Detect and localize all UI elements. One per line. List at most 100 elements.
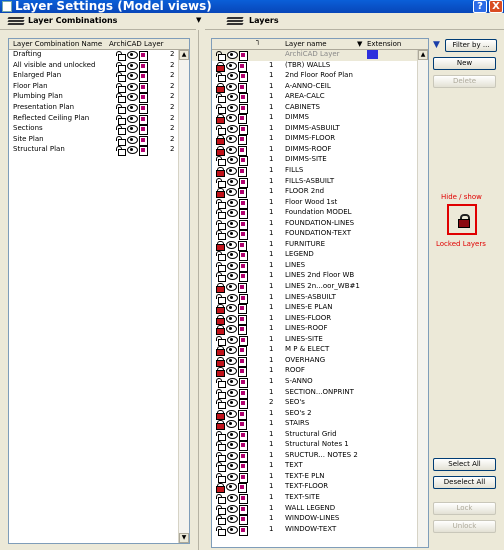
layer-row[interactable]: 1 LEGEND — [212, 250, 428, 262]
delete-button[interactable]: Delete — [433, 75, 496, 88]
col-combination-name[interactable]: Layer Combination Name — [13, 40, 102, 48]
layer-row[interactable]: 1 LINES 2nd Floor WB — [212, 271, 428, 283]
eye-icon[interactable] — [227, 525, 238, 534]
layer-row[interactable]: 1 Structural Grid — [212, 430, 428, 441]
padlock-icon[interactable] — [216, 388, 226, 399]
eye-icon[interactable] — [127, 114, 138, 123]
eye-icon[interactable] — [127, 146, 138, 155]
padlock-icon[interactable] — [116, 93, 126, 104]
layer-row[interactable]: 1 FLOOR 2nd — [212, 187, 428, 199]
layers-list[interactable]: ┐ Layer name ▼ Extension ArchiCAD Layer 1… — [211, 37, 429, 548]
layer-row[interactable]: 1 WINDOW-LINES — [212, 514, 428, 526]
col-archicad-layer[interactable]: ArchiCAD Layer — [109, 40, 164, 48]
layer-row[interactable]: 1 TEXT-SITE — [212, 493, 428, 504]
eye-icon[interactable] — [227, 72, 238, 81]
padlock-icon[interactable] — [216, 462, 226, 473]
layer-row[interactable]: 1 LINES-ASBUILT — [212, 293, 428, 304]
padlock-icon[interactable] — [216, 177, 226, 188]
layer-row[interactable]: 1 CABINETS — [212, 103, 428, 114]
eye-icon[interactable] — [227, 430, 238, 439]
layer-row[interactable]: ArchiCAD Layer — [212, 50, 428, 61]
layer-row[interactable]: 1 M P & ELECT — [212, 345, 428, 357]
layer-row[interactable]: 1 Foundation MODEL — [212, 208, 428, 220]
layer-row[interactable]: 1 2nd Floor Roof Plan — [212, 71, 428, 83]
eye-icon[interactable] — [227, 230, 238, 239]
eye-icon[interactable] — [127, 51, 138, 59]
eye-icon[interactable] — [127, 125, 138, 134]
eye-icon[interactable] — [226, 188, 237, 197]
eye-icon[interactable] — [227, 399, 238, 408]
layer-row[interactable]: 1 WALL LEGEND — [212, 504, 428, 515]
padlock-icon[interactable] — [216, 135, 225, 146]
eye-icon[interactable] — [227, 515, 238, 524]
padlock-icon[interactable] — [116, 82, 126, 93]
eye-icon[interactable] — [227, 335, 238, 344]
eye-icon[interactable] — [226, 145, 237, 154]
padlock-icon[interactable] — [216, 525, 226, 536]
padlock-icon[interactable] — [216, 51, 226, 61]
eye-icon[interactable] — [226, 135, 237, 144]
padlock-icon[interactable] — [216, 61, 225, 72]
layer-row[interactable]: 1 DIMMS-SITE — [212, 155, 428, 167]
eye-icon[interactable] — [227, 493, 238, 502]
eye-icon[interactable] — [226, 61, 237, 70]
padlock-icon[interactable] — [216, 272, 226, 283]
new-button[interactable]: New — [433, 57, 496, 70]
layer-row[interactable]: 1 TEXT-FLOOR — [212, 482, 428, 494]
eye-icon[interactable] — [227, 177, 238, 186]
padlock-icon[interactable] — [216, 356, 225, 367]
combination-row[interactable]: Sections 2 — [9, 124, 189, 136]
layer-row[interactable]: 1 Structural Notes 1 — [212, 440, 428, 452]
eye-icon[interactable] — [227, 504, 238, 513]
eye-icon[interactable] — [127, 93, 138, 102]
eye-icon[interactable] — [227, 51, 238, 59]
combination-row[interactable]: Reflected Ceiling Plan 2 — [9, 114, 189, 125]
padlock-icon[interactable] — [216, 293, 226, 304]
combinations-scrollbar[interactable]: ▲ ▼ — [178, 50, 189, 543]
collapse-arrow-icon[interactable]: ▼ — [196, 16, 201, 24]
combination-row[interactable]: Presentation Plan 2 — [9, 103, 189, 114]
padlock-icon[interactable] — [216, 483, 225, 494]
eye-icon[interactable] — [127, 135, 138, 144]
layer-row[interactable]: 1 FILLS — [212, 166, 428, 178]
padlock-icon[interactable] — [216, 367, 225, 378]
padlock-icon[interactable] — [216, 93, 226, 104]
lock-button[interactable]: Lock — [433, 502, 496, 515]
padlock-icon[interactable] — [216, 441, 226, 452]
padlock-icon[interactable] — [216, 493, 226, 504]
padlock-icon[interactable] — [216, 209, 226, 220]
padlock-icon[interactable] — [216, 219, 226, 230]
padlock-icon[interactable] — [216, 504, 226, 515]
sort-arrow-icon[interactable]: ▼ — [357, 40, 362, 48]
eye-icon[interactable] — [226, 420, 237, 429]
layer-row[interactable]: 1 FILLS-ASBUILT — [212, 177, 428, 188]
eye-icon[interactable] — [227, 103, 238, 112]
padlock-icon[interactable] — [216, 314, 225, 325]
eye-icon[interactable] — [226, 356, 237, 365]
close-button[interactable]: X — [489, 0, 503, 13]
combination-row[interactable]: Drafting 2 — [9, 50, 189, 61]
eye-icon[interactable] — [226, 367, 237, 376]
combinations-list[interactable]: Layer Combination Name ArchiCAD Layer Dr… — [8, 38, 190, 544]
padlock-icon[interactable] — [216, 283, 225, 294]
padlock-icon[interactable] — [116, 125, 126, 136]
scroll-up-icon[interactable]: ▲ — [179, 50, 189, 60]
eye-icon[interactable] — [227, 261, 238, 270]
padlock-icon[interactable] — [216, 451, 226, 462]
eye-icon[interactable] — [227, 219, 238, 228]
padlock-icon[interactable] — [216, 399, 226, 410]
eye-icon[interactable] — [226, 82, 237, 91]
panel-splitter[interactable] — [198, 30, 204, 550]
padlock-icon[interactable] — [216, 124, 226, 135]
padlock-icon[interactable] — [216, 325, 225, 336]
padlock-icon[interactable] — [116, 51, 126, 61]
combination-row[interactable]: Site Plan 2 — [9, 135, 189, 146]
layer-row[interactable]: 1 LINES-FLOOR — [212, 314, 428, 325]
padlock-icon[interactable] — [216, 72, 226, 83]
padlock-icon[interactable] — [216, 198, 226, 209]
eye-icon[interactable] — [227, 251, 238, 260]
eye-icon[interactable] — [227, 388, 238, 397]
layer-row[interactable]: 1 FOUNDATION-LINES — [212, 219, 428, 230]
padlock-icon[interactable] — [216, 304, 225, 315]
eye-icon[interactable] — [127, 82, 138, 91]
